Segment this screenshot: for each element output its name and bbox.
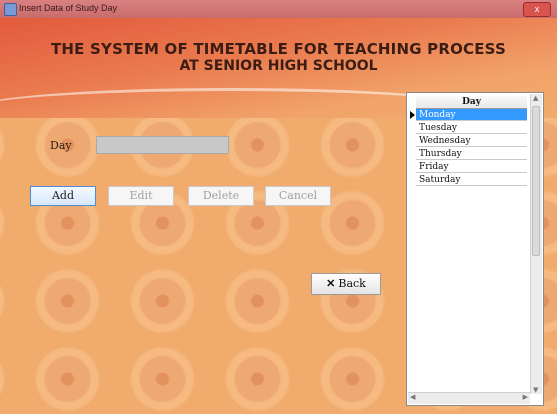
day-data-grid[interactable]: Day ▲ ▼ ◀ ▶ Monday Tuesday Wednesday Thursd…	[406, 92, 544, 406]
grid-row[interactable]: Tuesday	[416, 122, 527, 134]
horizontal-scrollbar[interactable]: ◀ ▶	[408, 392, 530, 404]
add-button[interactable]: Add	[30, 186, 96, 206]
banner-title-line2: AT SENIOR HIGH SCHOOL	[179, 58, 378, 74]
banner-title-line1: THE SYSTEM OF TIMETABLE FOR TEACHING PRO…	[50, 40, 507, 58]
delete-button[interactable]: Delete	[188, 186, 254, 206]
grid-row-header[interactable]	[408, 174, 416, 186]
grid-row[interactable]: Monday	[416, 109, 527, 121]
grid-column-header-day[interactable]: Day	[416, 96, 527, 109]
close-x-icon: ✕	[326, 277, 336, 290]
grid-row-header[interactable]	[408, 135, 416, 147]
day-label: Day	[50, 139, 72, 152]
current-row-arrow-icon	[410, 111, 415, 119]
grid-row[interactable]: Wednesday	[416, 135, 527, 147]
vertical-scrollbar[interactable]: ▲ ▼	[530, 94, 542, 394]
cancel-button[interactable]: Cancel	[265, 186, 331, 206]
grid-row-header[interactable]	[408, 122, 416, 134]
grid-row-header[interactable]	[408, 148, 416, 160]
scroll-thumb[interactable]	[532, 106, 540, 256]
grid-row[interactable]: Saturday	[416, 174, 527, 186]
back-label: Back	[338, 277, 366, 290]
window-title: Insert Data of Study Day	[19, 3, 118, 13]
grid-row[interactable]: Thursday	[416, 148, 527, 160]
day-input[interactable]	[96, 136, 229, 154]
edit-button[interactable]: Edit	[108, 186, 174, 206]
grid-row-header[interactable]	[408, 109, 416, 121]
scroll-right-icon[interactable]: ▶	[523, 393, 528, 401]
scroll-up-icon[interactable]: ▲	[533, 94, 538, 102]
close-button[interactable]: x	[523, 2, 551, 17]
grid-row[interactable]: Friday	[416, 161, 527, 173]
app-icon	[4, 3, 17, 16]
insert-study-day-window: Insert Data of Study Day x THE SYSTEM OF…	[0, 0, 557, 414]
back-button[interactable]: ✕ Back	[311, 273, 381, 295]
scroll-down-icon[interactable]: ▼	[533, 386, 538, 394]
grid-row-header[interactable]	[408, 161, 416, 173]
title-bar: Insert Data of Study Day x	[0, 0, 557, 18]
scroll-left-icon[interactable]: ◀	[410, 393, 415, 401]
